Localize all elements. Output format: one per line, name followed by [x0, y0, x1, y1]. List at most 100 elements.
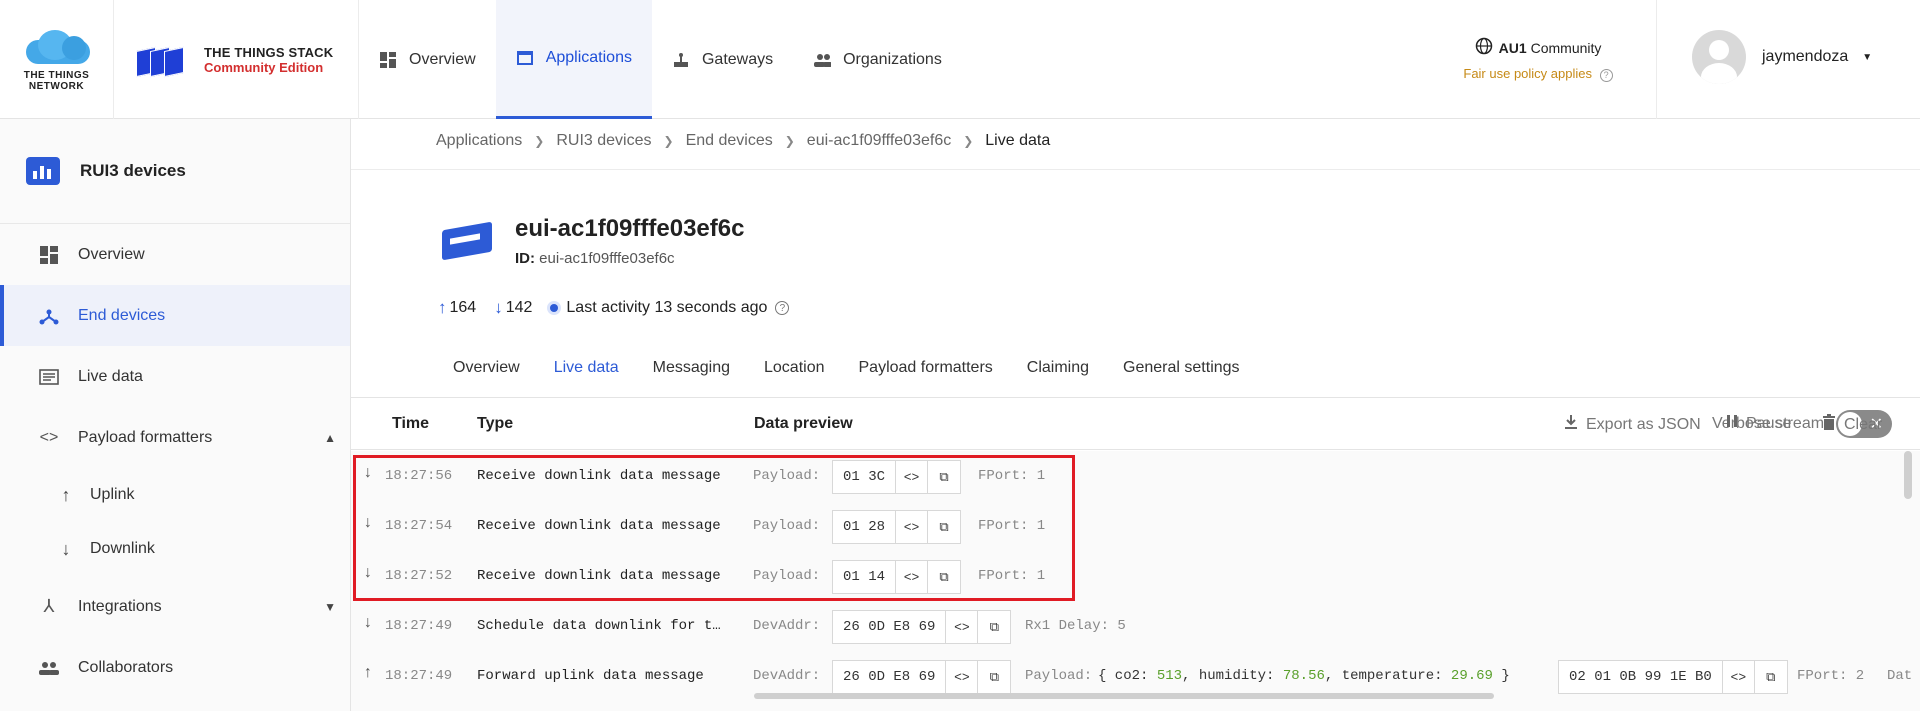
sidebar-item-end-devices[interactable]: End devices — [0, 285, 350, 346]
avatar — [1692, 30, 1746, 84]
raw-payload-value: 02 01 0B 99 1E B0 — [1559, 661, 1723, 693]
tab-overview[interactable]: Overview — [436, 345, 537, 400]
integrations-icon: ⅄ — [43, 596, 55, 616]
sidebar-item-label: Collaborators — [78, 658, 174, 676]
downlink-arrow-icon: ↓ — [494, 298, 503, 317]
nav-label: Gateways — [701, 50, 774, 68]
sidebar-item-uplink[interactable]: ↑ Uplink — [0, 468, 350, 522]
copy-icon[interactable]: ⧉ — [978, 611, 1010, 643]
code-toggle-icon[interactable]: <> — [946, 661, 979, 693]
code-toggle-icon[interactable]: <> — [946, 611, 979, 643]
code-toggle-icon[interactable]: <> — [1723, 661, 1755, 693]
tts-logo[interactable]: THE THINGS STACK Community Edition — [114, 0, 359, 119]
caret-down-icon: ▼ — [1862, 51, 1873, 63]
trash-icon — [1822, 414, 1836, 435]
help-icon: ? — [1599, 69, 1613, 82]
uplink-count: 164 — [449, 299, 477, 316]
help-icon[interactable]: ? — [775, 301, 790, 315]
row-truncated: Dat — [1887, 668, 1913, 684]
row-fport: FPort: 2 — [1797, 668, 1865, 684]
clear-label: Clear — [1844, 415, 1883, 433]
device-tabs: Overview Live data Messaging Location Pa… — [436, 345, 1257, 400]
end-devices-icon — [38, 307, 60, 325]
tts-title: THE THINGS STACK — [204, 44, 334, 60]
sidebar-item-collaborators[interactable]: Collaborators — [0, 637, 350, 698]
sidebar-item-integrations[interactable]: ⅄ Integrations ▼ — [0, 576, 350, 637]
username: jaymendoza — [1762, 48, 1849, 65]
sidebar-item-label: Integrations — [78, 597, 162, 615]
row-label: DevAddr: — [753, 668, 821, 684]
device-icon — [438, 220, 496, 264]
row-time: 18:27:49 — [385, 668, 453, 684]
nav-label: Organizations — [843, 50, 942, 68]
breadcrumb: Applications ❯ RUI3 devices ❯ End device… — [436, 132, 1050, 150]
top-header: THE THINGS NETWORK THE THINGS STACK Comm… — [0, 0, 1920, 119]
clear-button[interactable]: Clear — [1822, 414, 1882, 435]
breadcrumb-current: Live data — [985, 132, 1051, 149]
main-nav: Overview Applications Gateways Organizat… — [359, 0, 962, 119]
copy-icon[interactable]: ⧉ — [1755, 661, 1787, 693]
organizations-icon — [813, 51, 832, 69]
cluster-label: AU1 — [1498, 39, 1527, 56]
pause-button[interactable]: Pause — [1726, 414, 1791, 433]
last-activity: Last activity 13 seconds ago — [566, 299, 768, 316]
arrow-down-icon: ↓ — [363, 614, 373, 632]
sidebar-item-label: Live data — [78, 367, 143, 385]
copy-icon[interactable]: ⧉ — [978, 661, 1010, 693]
code-icon: <> — [39, 428, 59, 446]
cloud-icon — [22, 28, 92, 64]
device-id: ID: eui-ac1f09fffe03ef6c — [515, 250, 675, 267]
tab-messaging[interactable]: Messaging — [636, 345, 747, 400]
row-extra: Rx1 Delay: 5 — [1025, 618, 1126, 634]
chevron-up-icon[interactable]: ▲ — [324, 431, 336, 445]
sidebar-item-payload-formatters[interactable]: <> Payload formatters ▲ — [0, 407, 350, 468]
nav-overview[interactable]: Overview — [359, 0, 496, 119]
sidebar-item-live-data[interactable]: Live data — [0, 346, 350, 407]
sidebar-item-label: Payload formatters — [78, 428, 213, 446]
column-data-preview: Data preview — [754, 415, 853, 432]
tab-general-settings[interactable]: General settings — [1106, 345, 1257, 400]
ttn-logo-text: THE THINGS NETWORK — [23, 69, 90, 92]
temperature-value: 29.69 — [1450, 668, 1493, 684]
network-info[interactable]: AU1 Community Fair use policy applies ? — [1420, 0, 1657, 119]
tab-location[interactable]: Location — [747, 345, 842, 400]
chevron-right-icon: ❯ — [784, 134, 795, 148]
ttn-logo[interactable]: THE THINGS NETWORK — [0, 0, 114, 119]
devaddr-chip: 26 0D E8 69 <> ⧉ — [832, 660, 1012, 694]
breadcrumb-applications[interactable]: Applications — [436, 132, 522, 150]
breadcrumb-end-devices[interactable]: End devices — [686, 132, 773, 150]
row-label: DevAddr: — [753, 618, 821, 634]
tab-claiming[interactable]: Claiming — [1010, 345, 1106, 400]
user-menu[interactable]: jaymendoza ▼ — [1692, 30, 1872, 84]
decoded-payload: { co2: 513, humidity: 78.56, temperature… — [1098, 668, 1510, 684]
application-icon — [26, 157, 60, 185]
export-json-button[interactable]: Export as JSON — [1564, 414, 1701, 435]
nav-applications[interactable]: Applications — [495, 0, 652, 119]
nav-gateways[interactable]: Gateways — [652, 0, 793, 119]
tts-subtitle: Community Edition — [204, 59, 324, 75]
fair-use-link[interactable]: Fair use policy applies — [1463, 66, 1592, 81]
chevron-right-icon: ❯ — [534, 134, 545, 148]
row-type: Schedule data downlink for t… — [477, 618, 721, 634]
divider — [351, 169, 1920, 170]
chevron-down-icon[interactable]: ▼ — [324, 600, 336, 614]
horizontal-scrollbar[interactable] — [754, 693, 1494, 699]
tts-blocks-icon — [136, 43, 196, 77]
breadcrumb-device[interactable]: eui-ac1f09fffe03ef6c — [807, 132, 951, 150]
pause-icon — [1726, 414, 1738, 433]
raw-payload-chip: 02 01 0B 99 1E B0 <> ⧉ — [1558, 660, 1788, 694]
sidebar: RUI3 devices Overview End devices Live d… — [0, 119, 351, 711]
application-name: RUI3 devices — [80, 161, 186, 180]
vertical-scrollbar[interactable] — [1904, 451, 1912, 499]
tab-live-data[interactable]: Live data — [536, 345, 636, 400]
tab-payload-formatters[interactable]: Payload formatters — [842, 345, 1010, 400]
breadcrumb-application[interactable]: RUI3 devices — [556, 132, 651, 150]
sidebar-item-downlink[interactable]: ↓ Downlink — [0, 522, 350, 576]
payload-label: Payload: — [1025, 668, 1093, 684]
nav-organizations[interactable]: Organizations — [793, 0, 962, 119]
device-title: eui-ac1f09fffe03ef6c — [515, 215, 745, 242]
highlight-box — [353, 455, 1075, 601]
sidebar-item-overview[interactable]: Overview — [0, 224, 350, 285]
sidebar-item-label: Downlink — [90, 540, 155, 557]
table-row[interactable]: ↓ 18:27:49 Schedule data downlink for t…… — [351, 601, 1920, 651]
